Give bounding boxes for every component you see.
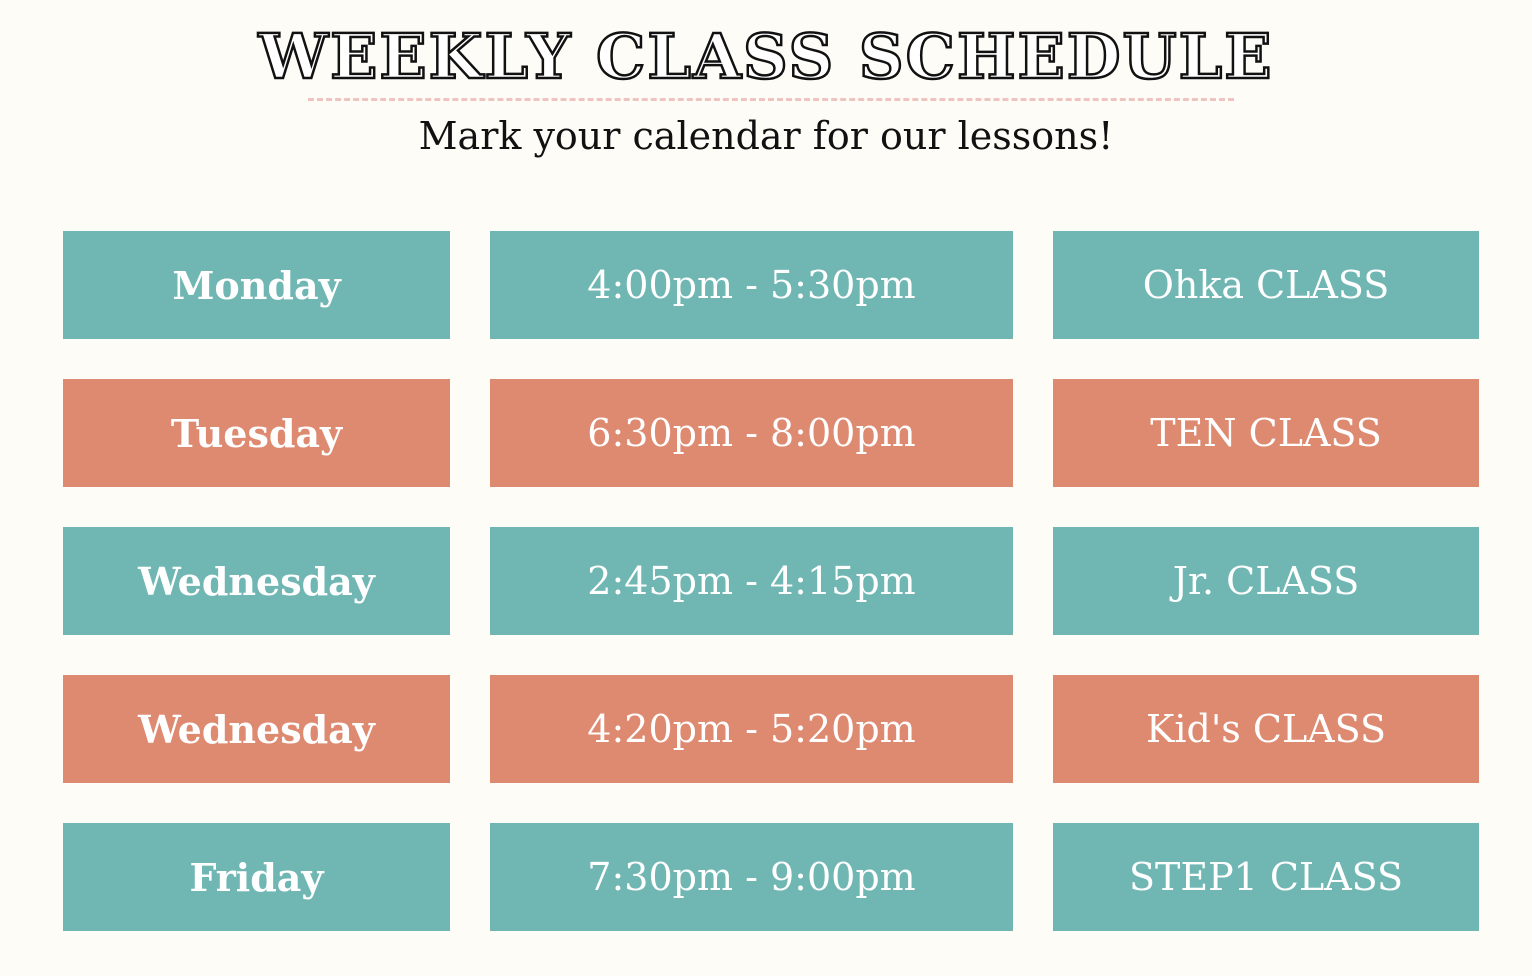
schedule-class-cell: Kid's CLASS: [1053, 675, 1479, 783]
schedule-time-cell: 7:30pm - 9:00pm: [490, 823, 1013, 931]
schedule-class-cell: Jr. CLASS: [1053, 527, 1479, 635]
schedule-day-cell: Wednesday: [63, 527, 450, 635]
schedule-day-cell: Tuesday: [63, 379, 450, 487]
schedule-day-cell: Monday: [63, 231, 450, 339]
schedule-class-cell: STEP1 CLASS: [1053, 823, 1479, 931]
schedule-class-cell: Ohka CLASS: [1053, 231, 1479, 339]
schedule-time-cell: 4:20pm - 5:20pm: [490, 675, 1013, 783]
page-subtitle: Mark your calendar for our lessons!: [418, 114, 1114, 158]
schedule-class-cell: TEN CLASS: [1053, 379, 1479, 487]
page-title: WEEKLY CLASS SCHEDULE: [257, 20, 1274, 93]
schedule-time-cell: 2:45pm - 4:15pm: [490, 527, 1013, 635]
schedule-time-cell: 4:00pm - 5:30pm: [490, 231, 1013, 339]
schedule-time-cell: 6:30pm - 8:00pm: [490, 379, 1013, 487]
schedule-day-cell: Friday: [63, 823, 450, 931]
title-divider: [308, 98, 1234, 101]
schedule-day-cell: Wednesday: [63, 675, 450, 783]
